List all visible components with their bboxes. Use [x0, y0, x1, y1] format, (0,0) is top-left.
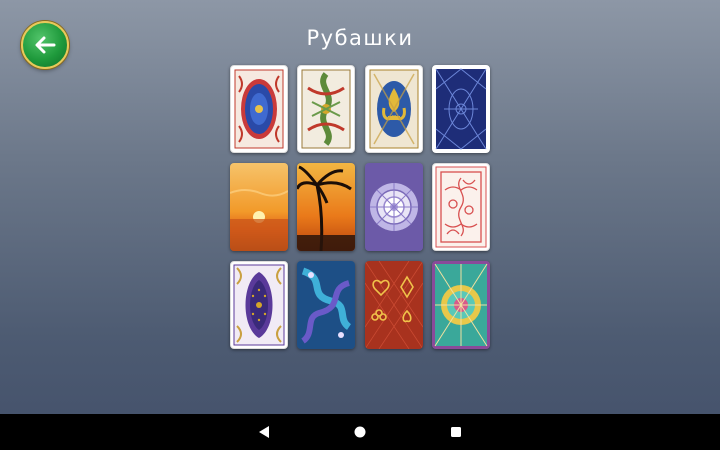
card-back-palm-sunset[interactable]	[297, 163, 355, 251]
card-back-classic-blue[interactable]	[432, 65, 490, 153]
nav-back-icon[interactable]	[255, 423, 275, 441]
nav-recents-icon[interactable]	[446, 423, 466, 441]
system-navigation-bar	[0, 414, 720, 450]
card-back-blue-floral[interactable]	[230, 65, 288, 153]
card-back-purple-mandala[interactable]	[365, 163, 423, 251]
card-back-purple-medallion[interactable]	[230, 261, 288, 349]
page-title: Рубашки	[306, 26, 414, 50]
nav-home-icon[interactable]	[350, 423, 370, 441]
card-back-blue-dragons[interactable]	[297, 261, 355, 349]
card-back-teal-kaleidoscope[interactable]	[432, 261, 490, 349]
card-back-sunset-sea[interactable]	[230, 163, 288, 251]
card-back-card-suits[interactable]	[365, 261, 423, 349]
card-back-gold-fleur-de-lis[interactable]	[365, 65, 423, 153]
card-back-red-line-art[interactable]	[432, 163, 490, 251]
card-back-green-dragon[interactable]	[297, 65, 355, 153]
